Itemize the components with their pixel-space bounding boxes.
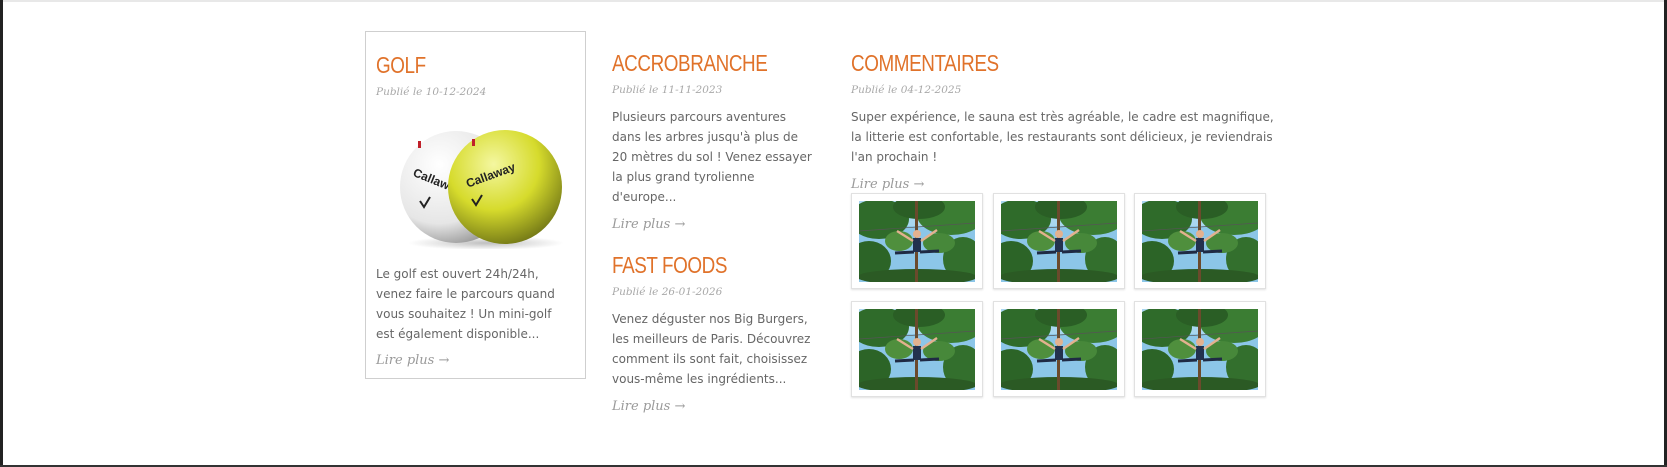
post-date-fast-foods: Publié le 26-01-2026 (612, 286, 723, 298)
gallery-thumb[interactable] (993, 301, 1125, 397)
golf-balls-illustration: Callaway Callaway (400, 130, 564, 250)
post-commentaires: COMMENTAIRES Publié le 04-12-2025 Super … (851, 49, 1286, 194)
post-excerpt-golf: Le golf est ouvert 24h/24h, venez faire … (376, 267, 555, 341)
post-excerpt-commentaires: Super expérience, le sauna est très agré… (851, 110, 1274, 164)
post-date-golf: Publié le 10-12-2024 (376, 86, 487, 98)
post-excerpt-accrobranche: Plusieurs parcours aventures dans les ar… (612, 110, 812, 204)
gallery-thumb[interactable] (1134, 301, 1266, 397)
golf-balls-image[interactable]: Callaway Callaway (376, 109, 575, 250)
gallery-thumb[interactable] (851, 301, 983, 397)
tree-jump-photo (1001, 201, 1117, 282)
post-card-golf: GOLF Publié le 10-12-2024 Callaway Calla… (365, 31, 586, 379)
gallery-thumb[interactable] (851, 193, 983, 289)
tree-jump-photo (1142, 201, 1258, 282)
gallery-thumb[interactable] (1134, 193, 1266, 289)
post-title-accrobranche[interactable]: ACCROBRANCHE (612, 49, 776, 77)
post-title-golf[interactable]: GOLF (376, 51, 539, 79)
post-accrobranche: ACCROBRANCHE Publié le 11-11-2023 Plusie… (612, 49, 812, 234)
post-title-fast-foods[interactable]: FAST FOODS (612, 251, 776, 279)
top-border (0, 0, 1667, 2)
post-date-commentaires: Publié le 04-12-2025 (851, 84, 962, 96)
tree-jump-photo (1142, 309, 1258, 390)
post-title-commentaires[interactable]: COMMENTAIRES (851, 49, 1208, 77)
read-more-link-fast-foods[interactable]: Lire plus → (612, 398, 685, 416)
post-excerpt-fast-foods: Venez déguster nos Big Burgers, les meil… (612, 312, 811, 386)
read-more-link-accrobranche[interactable]: Lire plus → (612, 216, 685, 234)
left-frame (0, 0, 3, 467)
read-more-link-golf[interactable]: Lire plus → (376, 352, 449, 370)
read-more-link-commentaires[interactable]: Lire plus → (851, 176, 924, 194)
post-fast-foods: FAST FOODS Publié le 26-01-2026 Venez dé… (612, 251, 812, 416)
tree-jump-photo (859, 201, 975, 282)
tree-jump-photo (859, 309, 975, 390)
tree-jump-photo (1001, 309, 1117, 390)
gallery-thumb[interactable] (993, 193, 1125, 289)
post-date-accrobranche: Publié le 11-11-2023 (612, 84, 723, 96)
